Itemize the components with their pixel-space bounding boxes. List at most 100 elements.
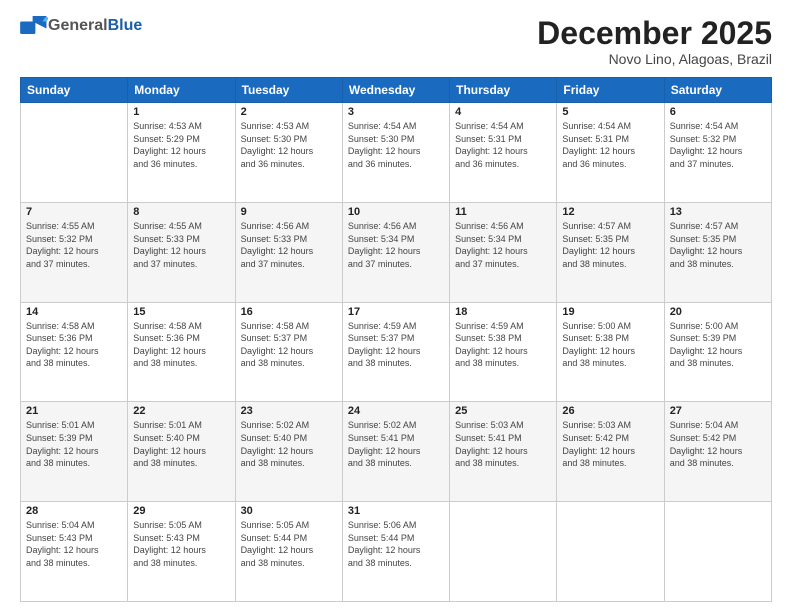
day-info: Sunrise: 4:59 AMSunset: 5:37 PMDaylight:…	[348, 320, 444, 370]
col-wednesday: Wednesday	[342, 78, 449, 103]
day-number: 3	[348, 106, 444, 118]
table-row: 16 Sunrise: 4:58 AMSunset: 5:37 PMDayligh…	[235, 302, 342, 402]
day-info: Sunrise: 4:56 AMSunset: 5:34 PMDaylight:…	[455, 220, 551, 270]
table-row: 9 Sunrise: 4:56 AMSunset: 5:33 PMDaylight…	[235, 202, 342, 302]
table-row: 29 Sunrise: 5:05 AMSunset: 5:43 PMDayligh…	[128, 502, 235, 602]
table-row: 15Sunrise: 4:58 AMSunset: 5:36 PMDayligh…	[128, 302, 235, 402]
day-number: 15	[133, 306, 229, 318]
table-row: 5 Sunrise: 4:54 AMSunset: 5:31 PMDaylight…	[557, 103, 664, 203]
day-number: 7	[26, 206, 122, 218]
calendar-week-row: 14 Sunrise: 4:58 AMSunset: 5:36 PMDayligh…	[21, 302, 772, 402]
calendar: Sunday Monday Tuesday Wednesday Thursday…	[20, 77, 772, 602]
table-row: 6Sunrise: 4:54 AMSunset: 5:32 PMDaylight…	[664, 103, 771, 203]
day-number: 14	[26, 306, 122, 318]
table-row: 20 Sunrise: 5:00 AMSunset: 5:39 PMDayligh…	[664, 302, 771, 402]
table-row: 31Sunrise: 5:06 AMSunset: 5:44 PMDayligh…	[342, 502, 449, 602]
day-number: 8	[133, 206, 229, 218]
day-number: 9	[241, 206, 337, 218]
day-number: 23	[241, 405, 337, 417]
table-row: 4 Sunrise: 4:54 AMSunset: 5:31 PMDaylight…	[450, 103, 557, 203]
day-number: 29	[133, 505, 229, 517]
day-number: 27	[670, 405, 766, 417]
day-info: Sunrise: 5:06 AMSunset: 5:44 PMDaylight:…	[348, 519, 444, 569]
day-info: Sunrise: 5:00 AMSunset: 5:38 PMDaylight:…	[562, 320, 658, 370]
day-info: Sunrise: 5:05 AMSunset: 5:44 PMDaylight:…	[241, 519, 337, 569]
header: GeneralBlue December 2025 Novo Lino, Ala…	[20, 16, 772, 67]
table-row: 18 Sunrise: 4:59 AMSunset: 5:38 PMDayligh…	[450, 302, 557, 402]
day-number: 17	[348, 306, 444, 318]
logo: GeneralBlue	[20, 16, 142, 36]
col-saturday: Saturday	[664, 78, 771, 103]
day-info: Sunrise: 4:58 AMSunset: 5:37 PMDaylight:…	[241, 320, 337, 370]
day-info: Sunrise: 5:01 AMSunset: 5:40 PMDaylight:…	[133, 419, 229, 469]
day-number: 4	[455, 106, 551, 118]
day-number: 25	[455, 405, 551, 417]
day-info: Sunrise: 4:53 AMSunset: 5:30 PMDaylight:…	[241, 120, 337, 170]
day-number: 5	[562, 106, 658, 118]
table-row	[664, 502, 771, 602]
table-row: 2 Sunrise: 4:53 AMSunset: 5:30 PMDaylight…	[235, 103, 342, 203]
table-row	[450, 502, 557, 602]
day-info: Sunrise: 4:55 AMSunset: 5:33 PMDaylight:…	[133, 220, 229, 270]
day-number: 12	[562, 206, 658, 218]
table-row: 26Sunrise: 5:03 AMSunset: 5:42 PMDayligh…	[557, 402, 664, 502]
day-info: Sunrise: 4:58 AMSunset: 5:36 PMDaylight:…	[26, 320, 122, 370]
day-info: Sunrise: 4:55 AMSunset: 5:32 PMDaylight:…	[26, 220, 122, 270]
table-row: 27Sunrise: 5:04 AMSunset: 5:42 PMDayligh…	[664, 402, 771, 502]
day-number: 18	[455, 306, 551, 318]
col-sunday: Sunday	[21, 78, 128, 103]
table-row: 11 Sunrise: 4:56 AMSunset: 5:34 PMDayligh…	[450, 202, 557, 302]
table-row: 24Sunrise: 5:02 AMSunset: 5:41 PMDayligh…	[342, 402, 449, 502]
day-info: Sunrise: 5:04 AMSunset: 5:43 PMDaylight:…	[26, 519, 122, 569]
table-row: 17 Sunrise: 4:59 AMSunset: 5:37 PMDayligh…	[342, 302, 449, 402]
location: Novo Lino, Alagoas, Brazil	[537, 51, 772, 67]
day-info: Sunrise: 4:56 AMSunset: 5:34 PMDaylight:…	[348, 220, 444, 270]
day-number: 19	[562, 306, 658, 318]
logo-general: General	[48, 17, 108, 34]
col-monday: Monday	[128, 78, 235, 103]
day-number: 11	[455, 206, 551, 218]
day-number: 16	[241, 306, 337, 318]
table-row: 14 Sunrise: 4:58 AMSunset: 5:36 PMDayligh…	[21, 302, 128, 402]
calendar-week-row: 28 Sunrise: 5:04 AMSunset: 5:43 PMDayligh…	[21, 502, 772, 602]
day-number: 20	[670, 306, 766, 318]
day-info: Sunrise: 5:00 AMSunset: 5:39 PMDaylight:…	[670, 320, 766, 370]
col-tuesday: Tuesday	[235, 78, 342, 103]
day-number: 2	[241, 106, 337, 118]
col-thursday: Thursday	[450, 78, 557, 103]
day-number: 30	[241, 505, 337, 517]
day-info: Sunrise: 4:59 AMSunset: 5:38 PMDaylight:…	[455, 320, 551, 370]
table-row: 22 Sunrise: 5:01 AMSunset: 5:40 PMDayligh…	[128, 402, 235, 502]
month-title: December 2025	[537, 16, 772, 51]
day-number: 22	[133, 405, 229, 417]
day-number: 21	[26, 405, 122, 417]
day-info: Sunrise: 4:54 AMSunset: 5:31 PMDaylight:…	[455, 120, 551, 170]
day-number: 13	[670, 206, 766, 218]
table-row	[21, 103, 128, 203]
table-row: 8 Sunrise: 4:55 AMSunset: 5:33 PMDaylight…	[128, 202, 235, 302]
table-row: 19 Sunrise: 5:00 AMSunset: 5:38 PMDayligh…	[557, 302, 664, 402]
day-info: Sunrise: 4:54 AMSunset: 5:31 PMDaylight:…	[562, 120, 658, 170]
day-info: Sunrise: 5:05 AMSunset: 5:43 PMDaylight:…	[133, 519, 229, 569]
day-number: 10	[348, 206, 444, 218]
day-info: Sunrise: 5:02 AMSunset: 5:41 PMDaylight:…	[348, 419, 444, 469]
day-info: Sunrise: 4:57 AMSunset: 5:35 PMDaylight:…	[670, 220, 766, 270]
table-row: 7 Sunrise: 4:55 AMSunset: 5:32 PMDaylight…	[21, 202, 128, 302]
calendar-week-row: 1 Sunrise: 4:53 AMSunset: 5:29 PMDaylight…	[21, 103, 772, 203]
table-row: 10 Sunrise: 4:56 AMSunset: 5:34 PMDayligh…	[342, 202, 449, 302]
table-row: 28 Sunrise: 5:04 AMSunset: 5:43 PMDayligh…	[21, 502, 128, 602]
day-info: Sunrise: 4:54 AMSunset: 5:30 PMDaylight:…	[348, 120, 444, 170]
logo-icon	[20, 16, 48, 34]
day-info: Sunrise: 5:03 AMSunset: 5:41 PMDaylight:…	[455, 419, 551, 469]
calendar-week-row: 7 Sunrise: 4:55 AMSunset: 5:32 PMDaylight…	[21, 202, 772, 302]
day-info: Sunrise: 4:54 AMSunset: 5:32 PMDaylight:…	[670, 120, 766, 170]
page-container: GeneralBlue December 2025 Novo Lino, Ala…	[0, 0, 792, 612]
table-row: 25 Sunrise: 5:03 AMSunset: 5:41 PMDayligh…	[450, 402, 557, 502]
day-info: Sunrise: 4:56 AMSunset: 5:33 PMDaylight:…	[241, 220, 337, 270]
day-info: Sunrise: 4:57 AMSunset: 5:35 PMDaylight:…	[562, 220, 658, 270]
day-number: 28	[26, 505, 122, 517]
day-info: Sunrise: 5:03 AMSunset: 5:42 PMDaylight:…	[562, 419, 658, 469]
day-number: 1	[133, 106, 229, 118]
day-info: Sunrise: 4:53 AMSunset: 5:29 PMDaylight:…	[133, 120, 229, 170]
day-info: Sunrise: 5:01 AMSunset: 5:39 PMDaylight:…	[26, 419, 122, 469]
